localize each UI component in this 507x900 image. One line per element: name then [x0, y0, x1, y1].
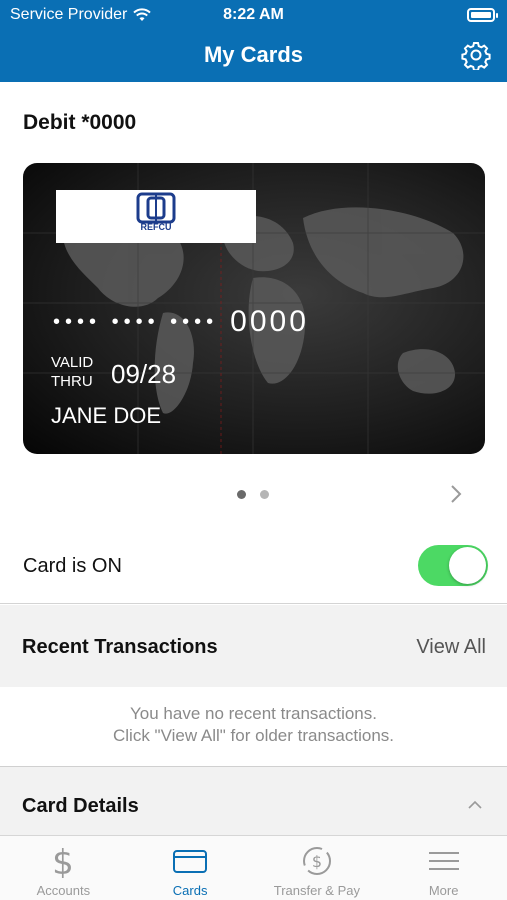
- transfer-icon: $: [302, 847, 331, 875]
- page-title: My Cards: [203, 42, 304, 67]
- pager-dot-2[interactable]: [260, 490, 269, 499]
- card-details-section[interactable]: Card Details: [0, 767, 507, 835]
- tab-cards-label: Cards: [172, 883, 208, 898]
- empty-transactions-message: You have no recent transactions. Click "…: [0, 703, 507, 747]
- valid-thru-label: VALID THRU: [51, 354, 94, 390]
- card-toggle-row: Card is ON: [0, 528, 507, 604]
- card-expiry: 09/28: [111, 359, 177, 389]
- empty-message-line-1: You have no recent transactions.: [130, 704, 377, 723]
- card-icon: [173, 850, 208, 873]
- empty-message-line-2: Click "View All" for older transactions.: [112, 726, 395, 745]
- card-holder-name: JANE DOE: [51, 403, 162, 428]
- logo-mark-icon: [136, 192, 176, 224]
- svg-text:$: $: [53, 844, 75, 878]
- view-all-link[interactable]: View All: [416, 636, 486, 659]
- dollar-icon: $: [53, 844, 75, 878]
- gear-icon[interactable]: [461, 40, 491, 70]
- card-on-toggle[interactable]: [418, 545, 488, 586]
- recent-transactions-title: Recent Transactions: [22, 636, 218, 658]
- tab-cards[interactable]: Cards: [127, 836, 254, 900]
- status-time: 8:22 AM: [223, 6, 284, 23]
- battery-icon: [467, 8, 498, 22]
- tab-accounts-label: Accounts: [36, 883, 91, 898]
- recent-transactions-header: Recent Transactions View All: [0, 605, 507, 687]
- tab-more-label: More: [428, 883, 459, 898]
- card-details-title: Card Details: [22, 795, 139, 817]
- tab-accounts[interactable]: $ Accounts: [0, 836, 127, 900]
- chevron-right-icon[interactable]: [449, 484, 463, 504]
- masked-digits: •••• •••• ••••: [53, 310, 219, 333]
- pager-dot-1[interactable]: [237, 490, 246, 499]
- tab-bar: $ Accounts Cards $ Transfer & Pay More: [0, 835, 507, 900]
- tab-transfer-pay-label: Transfer & Pay: [273, 883, 360, 898]
- status-bar: Service Provider 8:22 AM: [0, 0, 507, 30]
- card-pager[interactable]: [237, 490, 269, 499]
- bank-logo-text: REFCU: [140, 222, 172, 232]
- chevron-up-icon[interactable]: [467, 800, 483, 810]
- card-number: •••• •••• •••• 0000: [53, 305, 309, 339]
- top-bar: Service Provider 8:22 AM My Cards: [0, 0, 507, 82]
- card-account-label: Debit *0000: [23, 111, 137, 134]
- bank-logo: REFCU: [56, 190, 256, 243]
- debit-card[interactable]: REFCU •••• •••• •••• 0000 VALID THRU 09/…: [23, 163, 485, 454]
- card-toggle-label: Card is ON: [23, 555, 122, 577]
- svg-text:$: $: [312, 852, 322, 871]
- menu-icon: [428, 852, 459, 870]
- card-last4: 0000: [230, 305, 309, 338]
- tab-transfer-pay[interactable]: $ Transfer & Pay: [254, 836, 381, 900]
- tab-more[interactable]: More: [380, 836, 507, 900]
- toggle-knob: [449, 547, 486, 584]
